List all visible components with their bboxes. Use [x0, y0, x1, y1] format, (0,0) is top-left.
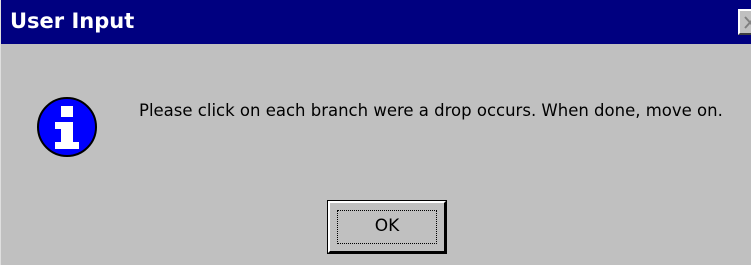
ok-button[interactable]: OK: [327, 200, 447, 254]
title-bar[interactable]: User Input: [1, 0, 751, 44]
close-button[interactable]: [738, 9, 751, 35]
message-text: Please click on each branch were a drop …: [139, 101, 723, 120]
window-title: User Input: [10, 9, 135, 33]
user-input-dialog: User Input Please click on each branch w…: [0, 0, 751, 265]
ok-button-label: OK: [374, 216, 400, 236]
close-icon: [744, 16, 751, 29]
info-icon: [37, 97, 97, 157]
